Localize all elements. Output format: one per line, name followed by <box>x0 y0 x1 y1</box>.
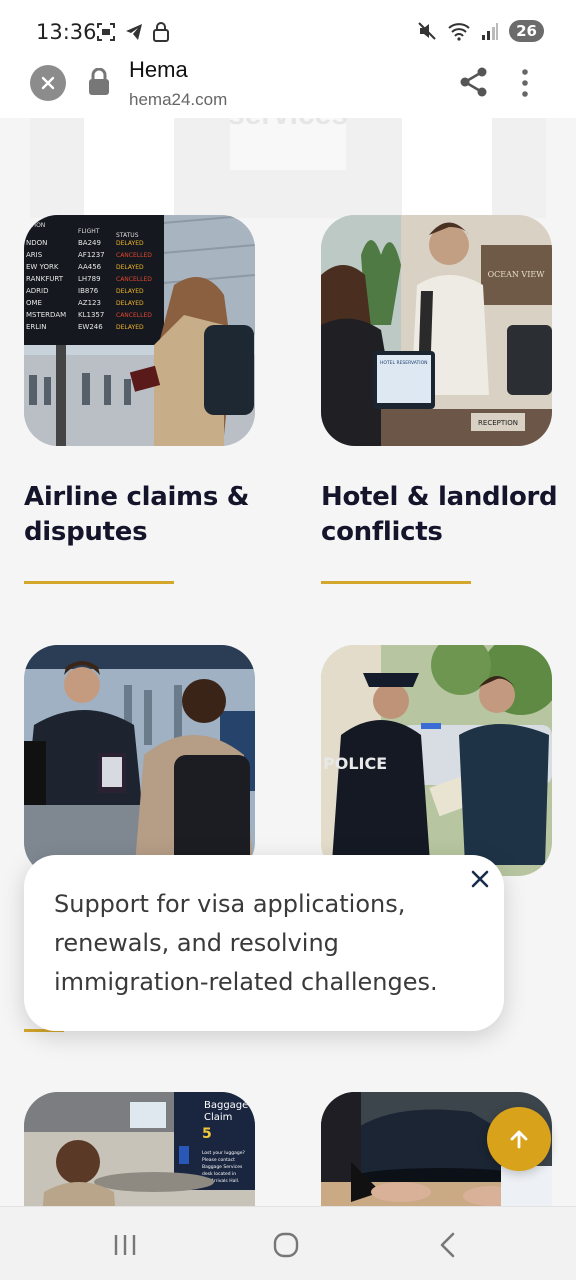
page-content: services ATION FLIGHT STATUS NDON BA249 DE… <box>0 118 576 1206</box>
board-cell: CANCELLED <box>116 276 152 283</box>
section-heading-peek: services <box>0 118 576 132</box>
back-icon[interactable] <box>438 1232 458 1258</box>
baggage-sign-note: desk located in <box>202 1171 236 1177</box>
board-cell: AA456 <box>78 263 102 271</box>
board-cell: IB876 <box>78 287 99 295</box>
card-image-baggage[interactable]: Baggage Claim 5 Lost your luggage? Pleas… <box>24 1092 255 1206</box>
airport-departure-board-photo: ATION FLIGHT STATUS NDON BA249 DELAYED ARIS… <box>24 215 255 446</box>
close-tab-button[interactable] <box>30 65 66 101</box>
screenshot-icon <box>97 23 115 41</box>
card-image-hotel[interactable]: OCEAN VIEW HOTEL RESERVATION RECEPTION <box>321 215 552 446</box>
board-header: FLIGHT <box>78 228 100 235</box>
board-cell: KL1357 <box>78 311 104 319</box>
card-divider <box>24 581 174 584</box>
baggage-sign-title: Claim <box>204 1112 232 1123</box>
board-cell: DELAYED <box>116 264 144 271</box>
lock-icon[interactable] <box>88 68 110 96</box>
browser-toolbar: Hema hema24.com <box>0 57 576 118</box>
wifi-icon <box>448 23 470 41</box>
card-title-hotel[interactable]: Hotel & landlord conflicts <box>321 480 558 550</box>
board-cell: CANCELLED <box>116 252 152 259</box>
board-cell: ARIS <box>26 251 43 259</box>
board-cell: AF1237 <box>78 251 105 259</box>
telegram-icon <box>126 24 142 40</box>
close-icon[interactable] <box>468 867 492 891</box>
passport-control-photo <box>24 645 255 876</box>
recent-apps-icon[interactable] <box>112 1233 138 1257</box>
system-nav-bar <box>0 1206 576 1280</box>
board-cell: NDON <box>26 239 47 247</box>
board-cell: DELAYED <box>116 240 144 247</box>
board-cell: DELAYED <box>116 300 144 307</box>
baggage-sign-note: Baggage Services <box>202 1164 243 1170</box>
tooltip-text: Support for visa applications, renewals,… <box>54 890 438 996</box>
baggage-sign-title: Baggage <box>204 1100 248 1111</box>
board-cell: ADRID <box>26 287 49 295</box>
card-image-immigration[interactable] <box>24 645 255 876</box>
board-cell: RANKFURT <box>26 275 64 283</box>
signal-icon <box>482 23 499 40</box>
board-cell: DELAYED <box>116 324 144 331</box>
board-cell: EW YORK <box>26 263 59 271</box>
police-vest-text: POLICE <box>323 754 387 773</box>
background-shape <box>30 118 546 218</box>
mute-icon <box>418 22 436 40</box>
baggage-claim-photo: Baggage Claim 5 Lost your luggage? Pleas… <box>24 1092 255 1206</box>
more-options-icon[interactable] <box>520 68 530 98</box>
lock-status-icon <box>153 22 169 42</box>
board-cell: BA249 <box>78 239 101 247</box>
reception-sign-text: RECEPTION <box>478 419 518 427</box>
hotel-reception-photo: OCEAN VIEW HOTEL RESERVATION RECEPTION <box>321 215 552 446</box>
hotel-sign-text: OCEAN VIEW <box>488 270 546 279</box>
board-cell: DELAYED <box>116 288 144 295</box>
close-icon <box>41 76 55 90</box>
card-title-airline[interactable]: Airline claims & disputes <box>24 480 249 550</box>
board-cell: LH789 <box>78 275 101 283</box>
card-divider <box>321 581 471 584</box>
share-icon[interactable] <box>458 66 490 98</box>
board-cell: AZ123 <box>78 299 101 307</box>
service-tooltip: Support for visa applications, renewals,… <box>24 855 504 1031</box>
board-cell: CANCELLED <box>116 312 152 319</box>
baggage-sign-number: 5 <box>202 1126 212 1142</box>
board-cell: OME <box>26 299 42 307</box>
status-bar: 13:36 26 <box>0 0 576 60</box>
card-image-airline[interactable]: ATION FLIGHT STATUS NDON BA249 DELAYED ARIS… <box>24 215 255 446</box>
hotel-screen-text: HOTEL RESERVATION <box>380 360 428 366</box>
baggage-sign-note: Please contact <box>202 1157 235 1163</box>
board-cell: MSTERDAM <box>26 311 66 319</box>
site-url[interactable]: hema24.com <box>129 90 227 110</box>
site-title: Hema <box>129 57 188 82</box>
scroll-to-top-button[interactable] <box>487 1107 551 1171</box>
status-time: 13:36 <box>36 20 97 44</box>
board-cell: EW246 <box>78 323 103 331</box>
police-officer-photo: POLICE <box>321 645 552 876</box>
board-header: ATION <box>27 222 45 229</box>
board-header: STATUS <box>116 232 139 239</box>
arrow-up-icon <box>510 1130 528 1149</box>
home-icon[interactable] <box>273 1232 299 1258</box>
baggage-sign-note: Lost your luggage? <box>202 1150 245 1156</box>
board-cell: ERLIN <box>26 323 47 331</box>
card-image-police[interactable]: POLICE <box>321 645 552 876</box>
battery-indicator: 26 <box>509 20 544 42</box>
